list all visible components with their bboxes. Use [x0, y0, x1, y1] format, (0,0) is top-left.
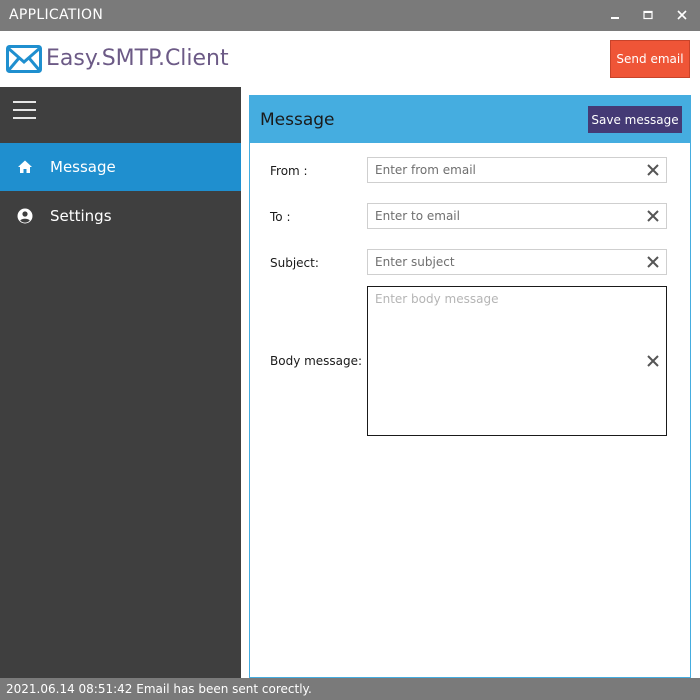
sidebar-item-message[interactable]: Message — [0, 143, 241, 191]
clear-from-icon[interactable] — [645, 162, 661, 178]
sidebar: Message Settings — [0, 87, 241, 678]
envelope-icon — [6, 45, 42, 73]
message-panel: Message Save message From : To : Subject… — [249, 95, 691, 678]
clear-to-icon[interactable] — [645, 208, 661, 224]
hamburger-line — [13, 109, 36, 111]
to-field-container — [367, 203, 667, 229]
maximize-icon — [643, 10, 653, 20]
from-email-input[interactable] — [368, 158, 638, 182]
hamburger-menu-icon[interactable] — [13, 101, 37, 121]
body-field-container — [367, 286, 667, 436]
user-account-icon — [16, 207, 34, 225]
to-email-input[interactable] — [368, 204, 638, 228]
to-label: To : — [270, 210, 291, 224]
subject-field-container — [367, 249, 667, 275]
from-label: From : — [270, 164, 308, 178]
sidebar-item-label: Message — [50, 158, 116, 176]
close-button[interactable] — [671, 4, 693, 26]
body-label: Body message: — [270, 354, 363, 368]
subject-label: Subject: — [270, 256, 319, 270]
home-icon — [16, 158, 34, 176]
window-title: APPLICATION — [9, 7, 104, 23]
status-message: 2021.06.14 08:51:42 Email has been sent … — [6, 682, 312, 696]
app-header: Easy.SMTP.Client Send email — [0, 31, 700, 87]
sidebar-item-settings[interactable]: Settings — [0, 192, 241, 240]
panel-title: Message — [260, 110, 335, 130]
hamburger-line — [13, 117, 36, 119]
subject-input[interactable] — [368, 250, 638, 274]
maximize-button[interactable] — [637, 4, 659, 26]
sidebar-item-label: Settings — [50, 207, 112, 225]
send-email-button[interactable]: Send email — [610, 40, 690, 78]
title-bar: APPLICATION — [0, 0, 700, 31]
minimize-button[interactable] — [604, 4, 626, 26]
panel-header: Message Save message — [250, 96, 690, 143]
from-field-container — [367, 157, 667, 183]
status-bar: 2021.06.14 08:51:42 Email has been sent … — [0, 678, 700, 700]
clear-subject-icon[interactable] — [645, 254, 661, 270]
minimize-icon — [611, 17, 619, 19]
hamburger-line — [13, 101, 36, 103]
app-title: Easy.SMTP.Client — [46, 46, 229, 71]
close-icon — [677, 10, 687, 20]
save-message-button[interactable]: Save message — [588, 106, 682, 133]
body-message-input[interactable] — [368, 287, 638, 435]
clear-body-icon[interactable] — [645, 353, 661, 369]
